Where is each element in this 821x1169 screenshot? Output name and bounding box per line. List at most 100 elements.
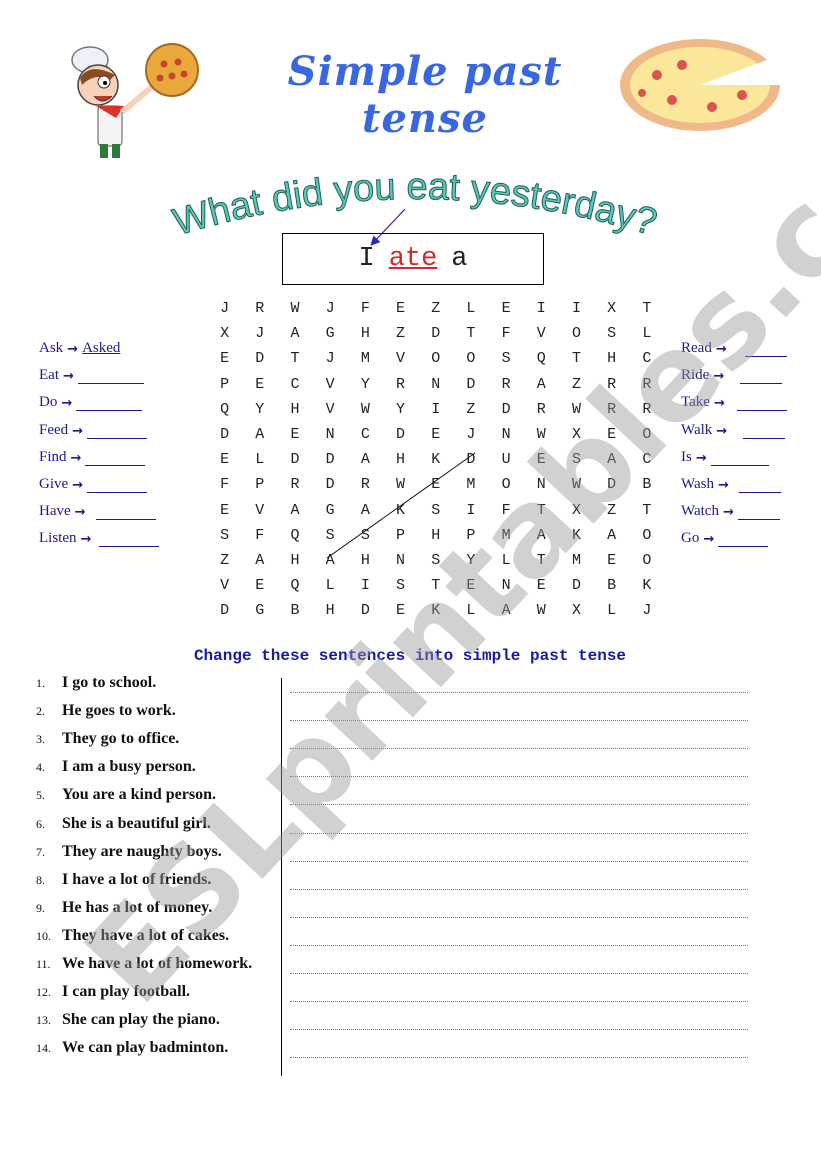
grid-letter[interactable]: H: [594, 346, 629, 371]
grid-letter[interactable]: C: [629, 346, 664, 371]
grid-letter[interactable]: C: [348, 422, 383, 447]
grid-letter[interactable]: X: [559, 422, 594, 447]
grid-letter[interactable]: F: [348, 296, 383, 321]
grid-letter[interactable]: D: [242, 346, 277, 371]
grid-letter[interactable]: T: [418, 573, 453, 598]
grid-letter[interactable]: X: [559, 498, 594, 523]
grid-letter[interactable]: D: [207, 598, 242, 623]
answer-dotted-line[interactable]: [290, 719, 748, 722]
grid-letter[interactable]: T: [277, 346, 312, 371]
grid-letter[interactable]: D: [348, 598, 383, 623]
grid-letter[interactable]: M: [453, 472, 488, 497]
grid-letter[interactable]: D: [453, 372, 488, 397]
grid-letter[interactable]: I: [348, 573, 383, 598]
grid-letter[interactable]: M: [489, 523, 524, 548]
grid-letter[interactable]: B: [277, 598, 312, 623]
grid-letter[interactable]: S: [383, 573, 418, 598]
answer-dotted-line[interactable]: [290, 747, 748, 750]
grid-letter[interactable]: J: [313, 296, 348, 321]
grid-letter[interactable]: T: [453, 321, 488, 346]
grid-letter[interactable]: Q: [277, 573, 312, 598]
answer-dotted-line[interactable]: [290, 916, 748, 918]
grid-letter[interactable]: E: [453, 573, 488, 598]
answer-blank[interactable]: [737, 505, 780, 521]
grid-letter[interactable]: J: [629, 598, 664, 623]
grid-letter[interactable]: J: [453, 422, 488, 447]
grid-letter[interactable]: W: [277, 296, 312, 321]
grid-letter[interactable]: N: [489, 573, 524, 598]
grid-letter[interactable]: P: [453, 523, 488, 548]
grid-letter[interactable]: O: [629, 548, 664, 573]
grid-letter[interactable]: S: [313, 523, 348, 548]
grid-letter[interactable]: B: [629, 472, 664, 497]
answer-dotted-line[interactable]: [290, 860, 748, 862]
grid-letter[interactable]: E: [524, 447, 559, 472]
grid-letter[interactable]: R: [489, 372, 524, 397]
answer-blank[interactable]: [740, 369, 783, 385]
grid-letter[interactable]: R: [629, 372, 664, 397]
answer-dotted-line[interactable]: [290, 972, 748, 974]
grid-letter[interactable]: K: [383, 498, 418, 523]
grid-letter[interactable]: O: [489, 472, 524, 497]
answer-blank[interactable]: [99, 532, 160, 548]
grid-letter[interactable]: E: [489, 296, 524, 321]
grid-letter[interactable]: S: [594, 321, 629, 346]
grid-letter[interactable]: A: [277, 498, 312, 523]
grid-letter[interactable]: A: [242, 548, 277, 573]
grid-letter[interactable]: G: [242, 598, 277, 623]
grid-letter[interactable]: W: [524, 422, 559, 447]
grid-letter[interactable]: E: [207, 447, 242, 472]
grid-letter[interactable]: R: [383, 372, 418, 397]
grid-letter[interactable]: I: [524, 296, 559, 321]
grid-letter[interactable]: J: [242, 321, 277, 346]
grid-letter[interactable]: D: [277, 447, 312, 472]
grid-letter[interactable]: K: [559, 523, 594, 548]
grid-letter[interactable]: Y: [453, 548, 488, 573]
grid-letter[interactable]: A: [524, 372, 559, 397]
grid-letter[interactable]: Z: [453, 397, 488, 422]
answer-dotted-line[interactable]: [290, 832, 748, 834]
grid-letter[interactable]: H: [277, 397, 312, 422]
grid-letter[interactable]: Z: [383, 321, 418, 346]
grid-letter[interactable]: C: [629, 447, 664, 472]
grid-letter[interactable]: T: [524, 498, 559, 523]
grid-letter[interactable]: E: [242, 573, 277, 598]
grid-letter[interactable]: E: [207, 498, 242, 523]
answer-blank[interactable]: [85, 451, 146, 466]
grid-letter[interactable]: D: [594, 472, 629, 497]
grid-letter[interactable]: B: [594, 573, 629, 598]
answer-dotted-line[interactable]: [290, 1028, 748, 1031]
grid-letter[interactable]: F: [242, 523, 277, 548]
grid-letter[interactable]: Q: [524, 346, 559, 371]
grid-letter[interactable]: T: [559, 346, 594, 371]
grid-letter[interactable]: E: [418, 472, 453, 497]
grid-letter[interactable]: Q: [207, 397, 242, 422]
grid-letter[interactable]: F: [207, 472, 242, 497]
answer-dotted-line[interactable]: [290, 803, 748, 806]
grid-letter[interactable]: L: [489, 548, 524, 573]
grid-letter[interactable]: D: [559, 573, 594, 598]
grid-letter[interactable]: W: [559, 397, 594, 422]
grid-letter[interactable]: R: [629, 397, 664, 422]
grid-letter[interactable]: S: [207, 523, 242, 548]
grid-letter[interactable]: L: [242, 447, 277, 472]
answer-dotted-line[interactable]: [290, 1056, 748, 1059]
grid-letter[interactable]: S: [559, 447, 594, 472]
grid-letter[interactable]: Y: [348, 372, 383, 397]
grid-letter[interactable]: D: [383, 422, 418, 447]
grid-letter[interactable]: N: [313, 422, 348, 447]
grid-letter[interactable]: S: [418, 548, 453, 573]
grid-letter[interactable]: E: [524, 573, 559, 598]
grid-letter[interactable]: M: [348, 346, 383, 371]
grid-letter[interactable]: Q: [277, 523, 312, 548]
grid-letter[interactable]: A: [524, 523, 559, 548]
answer-blank[interactable]: [87, 424, 148, 439]
answer-dotted-line[interactable]: [290, 1000, 748, 1003]
grid-letter[interactable]: L: [629, 321, 664, 346]
grid-letter[interactable]: V: [242, 498, 277, 523]
grid-letter[interactable]: K: [418, 598, 453, 623]
grid-letter[interactable]: I: [418, 397, 453, 422]
grid-letter[interactable]: T: [524, 548, 559, 573]
grid-letter[interactable]: L: [313, 573, 348, 598]
grid-letter[interactable]: E: [242, 372, 277, 397]
